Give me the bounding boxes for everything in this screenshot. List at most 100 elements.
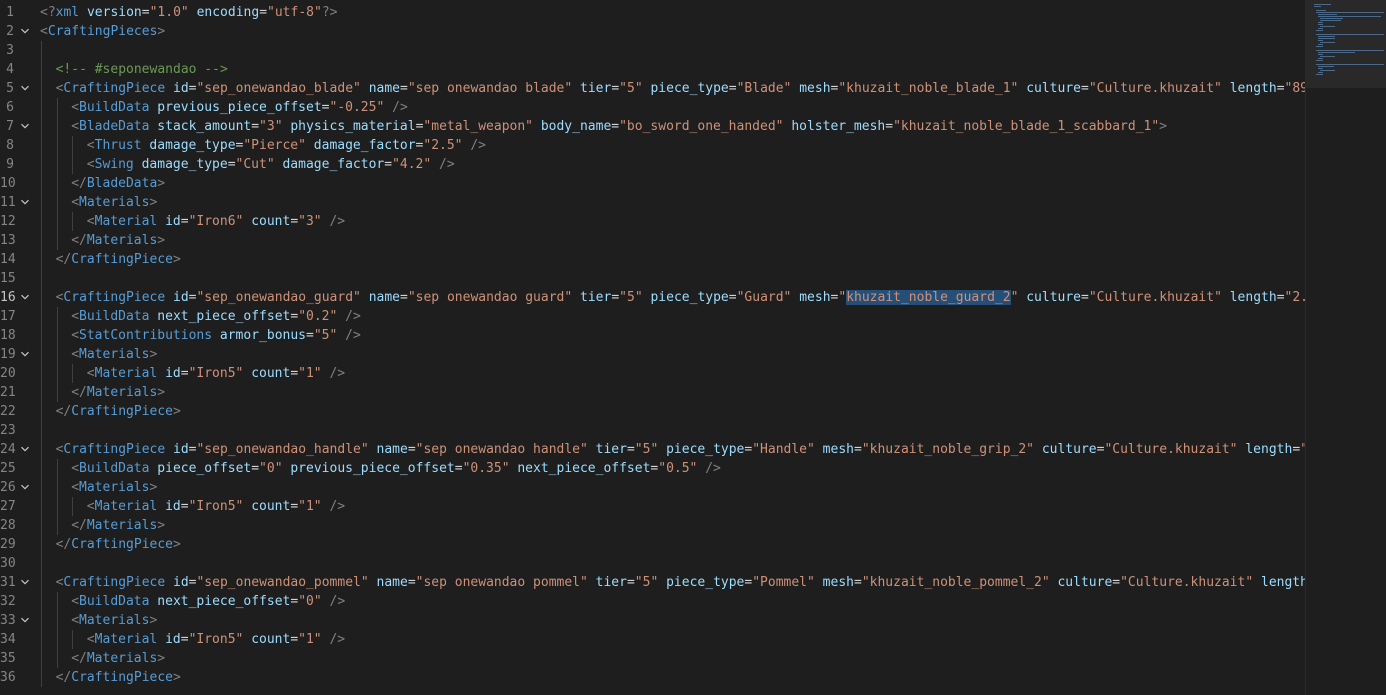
minimap-line	[1318, 54, 1323, 55]
code-line[interactable]: <CraftingPiece id="sep_onewandao_guard" …	[56, 288, 1306, 307]
code-line[interactable]: <BuildData next_piece_offset="0" />	[71, 592, 345, 611]
chevron-down-icon[interactable]	[18, 22, 32, 41]
line-number: 36	[0, 670, 16, 685]
code-token: damage_factor	[313, 138, 416, 153]
code-line[interactable]: <Material id="Iron5" count="1" />	[87, 630, 345, 649]
code-line[interactable]: <CraftingPieces>	[40, 22, 165, 41]
code-token: count	[251, 632, 291, 647]
code-token: Materials	[79, 480, 150, 495]
code-token: >	[149, 480, 158, 495]
code-token: piece_type	[650, 290, 729, 305]
code-token: >	[157, 385, 166, 400]
code-line[interactable]: </Materials>	[71, 231, 165, 250]
chevron-down-icon[interactable]	[18, 440, 32, 459]
code-token: "0.35"	[462, 461, 510, 476]
code-line[interactable]: <Materials>	[71, 193, 157, 212]
code-token: CraftingPiece	[71, 670, 173, 685]
indent-guide	[56, 459, 58, 535]
code-line[interactable]: <BuildData previous_piece_offset="-0.25"…	[71, 98, 408, 117]
code-line[interactable]: <Materials>	[71, 611, 157, 630]
code-area[interactable]: <?xml version="1.0" encoding="utf-8"?> <C…	[40, 0, 1306, 695]
code-line[interactable]: <Thrust damage_type="Pierce" damage_fact…	[87, 136, 486, 155]
code-token: BladeData	[79, 119, 150, 134]
code-token: culture	[1041, 442, 1097, 457]
code-line[interactable]: </Materials>	[71, 516, 165, 535]
code-line[interactable]: </CraftingPiece>	[56, 250, 181, 269]
code-line[interactable]: </CraftingPiece>	[56, 402, 181, 421]
code-line[interactable]: <Material id="Iron5" count="1" />	[87, 497, 345, 516]
indent-guide	[72, 364, 74, 383]
code-line[interactable]: <CraftingPiece id="sep_onewandao_blade" …	[56, 79, 1306, 98]
code-line[interactable]: <BuildData piece_offset="0" previous_pie…	[71, 459, 721, 478]
code-line[interactable]: <CraftingPiece id="sep_onewandao_handle"…	[56, 440, 1306, 459]
indent-guide	[72, 212, 74, 231]
code-line[interactable]: <BuildData next_piece_offset="0.2" />	[71, 307, 361, 326]
minimap-line	[1314, 6, 1321, 7]
code-token: culture	[1057, 575, 1113, 590]
code-line[interactable]: </CraftingPiece>	[56, 668, 181, 687]
line-number: 7	[6, 119, 14, 134]
code-token: "1.0"	[149, 5, 189, 20]
code-token: =	[290, 594, 299, 609]
code-token: mesh	[822, 575, 854, 590]
code-token: =	[1081, 81, 1089, 96]
chevron-down-icon[interactable]	[18, 193, 32, 212]
code-line[interactable]: <Material id="Iron6" count="3" />	[87, 212, 345, 231]
code-line[interactable]: <CraftingPiece id="sep_onewandao_pommel"…	[56, 573, 1306, 592]
minimap-line	[1318, 44, 1323, 45]
chevron-down-icon[interactable]	[18, 573, 32, 592]
code-token: tier	[595, 442, 627, 457]
code-token: Thrust	[94, 138, 142, 153]
line-number: 22	[0, 404, 16, 419]
code-token: />	[470, 138, 486, 153]
chevron-down-icon[interactable]	[18, 345, 32, 364]
code-line[interactable]: <!-- #seponewandao -->	[56, 60, 228, 79]
code-line[interactable]: <Swing damage_type="Cut" damage_factor="…	[87, 155, 455, 174]
code-line[interactable]: <Materials>	[71, 478, 157, 497]
minimap-line	[1316, 60, 1323, 61]
code-line[interactable]: <Materials>	[71, 345, 157, 364]
code-token: "4.2"	[392, 157, 432, 172]
code-token: next_piece_offset	[157, 309, 291, 324]
code-token: "bo_sword_one_handed"	[619, 119, 784, 134]
code-token: CraftingPiece	[63, 290, 166, 305]
chevron-down-icon[interactable]	[18, 117, 32, 136]
code-editor[interactable]: 1 2 3 4 5 6 7 8 9 10 11 12 13 14 15 16 17 18 19 20 21 22 23 24 2…	[0, 0, 1386, 695]
code-token: length	[1229, 290, 1277, 305]
chevron-down-icon[interactable]	[18, 79, 32, 98]
code-token: "Culture.khuzait"	[1088, 290, 1222, 305]
code-line[interactable]: </Materials>	[71, 383, 165, 402]
code-token: "sep_onewandao_guard"	[196, 290, 361, 305]
line-number: 34	[0, 632, 16, 647]
minimap[interactable]	[1306, 0, 1386, 695]
code-token: "0"	[298, 594, 322, 609]
chevron-down-icon[interactable]	[18, 288, 32, 307]
code-line[interactable]: <Material id="Iron5" count="1" />	[87, 364, 345, 383]
code-line[interactable]: <BladeData stack_amount="3" physics_mate…	[71, 117, 1167, 136]
code-line[interactable]: <StatContributions armor_bonus="5" />	[71, 326, 361, 345]
code-line[interactable]: </CraftingPiece>	[56, 535, 181, 554]
code-token: =	[454, 461, 463, 476]
code-token: =	[885, 119, 894, 134]
line-number: 21	[0, 385, 16, 400]
code-token: Materials	[86, 518, 158, 533]
line-number: 35	[0, 651, 16, 666]
code-token: id	[165, 499, 181, 514]
code-token: id	[173, 575, 189, 590]
line-number: 17	[0, 309, 16, 324]
code-line[interactable]: </BladeData>	[71, 174, 165, 193]
chevron-down-icon[interactable]	[18, 478, 32, 497]
code-line[interactable]: </Materials>	[71, 649, 165, 668]
chevron-down-icon[interactable]	[18, 611, 32, 630]
code-line[interactable]: <?xml version="1.0" encoding="utf-8"?>	[40, 3, 337, 22]
